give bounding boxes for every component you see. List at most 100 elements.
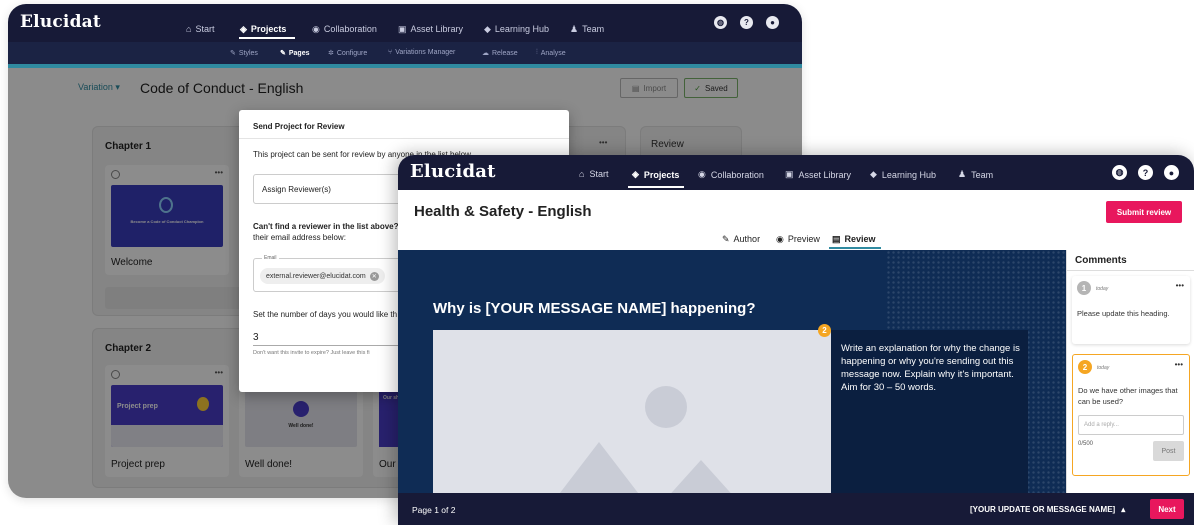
front-top-nav: Elucidat ⌂ Start ◈ Projects ◉ Collaboration… <box>398 155 1194 190</box>
subnav-variations[interactable]: ⑂ Variations Manager <box>388 49 455 56</box>
help-icon[interactable]: ? <box>740 16 753 29</box>
days-hint: Don't want this invite to expire? Just l… <box>253 350 370 356</box>
globe-icon[interactable]: ◍ <box>714 16 727 29</box>
comment-time-2: today <box>1097 365 1110 371</box>
review-icon: ▤ <box>832 234 841 244</box>
update-menu[interactable]: [YOUR UPDATE OR MESSAGE NAME] ▴ <box>970 505 1125 514</box>
front-nav-active-underline <box>628 186 684 188</box>
remove-chip-icon[interactable]: ✕ <box>369 271 379 281</box>
subnav-pages[interactable]: ✎ Pages <box>280 49 310 58</box>
team-icon: ♟ <box>958 169 967 179</box>
nav-label: Learning Hub <box>881 169 936 180</box>
subnav-label: Configure <box>336 49 368 57</box>
tab-author[interactable]: ✎ Author <box>722 234 760 245</box>
submit-review-button[interactable]: Submit review <box>1106 201 1182 223</box>
comment-marker[interactable]: 2 <box>818 324 831 337</box>
reply-input[interactable]: Add a reply... <box>1078 415 1184 435</box>
comments-panel: Comments 1 today ••• Please update this … <box>1066 250 1194 493</box>
slide-body: Write an explanation for why the change … <box>841 343 1020 393</box>
back-nav-projects[interactable]: ◈ Projects <box>240 24 286 34</box>
reply-char-count: 0/500 <box>1078 441 1094 447</box>
front-nav-start[interactable]: ⌂ Start <box>579 169 608 179</box>
cant-find-text: Can't find a reviewer in the list above?… <box>253 222 407 231</box>
globe-icon[interactable]: ◍ <box>1112 165 1127 180</box>
subnav-analyse[interactable]: ⫶ Analyse <box>536 49 566 57</box>
nav-label: Start <box>589 169 609 179</box>
front-nav-asset-library[interactable]: ▣ Asset Library <box>785 169 851 180</box>
email-chip-text: external.reviewer@elucidat.com <box>266 272 366 280</box>
nav-label: Learning Hub <box>494 24 549 34</box>
back-top-nav: Elucidat ⌂ Start ◈ Projects ◉ Collaboration… <box>8 4 802 42</box>
email-label: Email <box>262 255 279 261</box>
home-icon: ⌂ <box>186 23 192 34</box>
comment-number-2: 2 <box>1078 360 1092 374</box>
modal-title: Send Project for Review <box>253 122 345 131</box>
more-icon[interactable]: ••• <box>1176 281 1184 290</box>
nav-label: Collaboration <box>323 24 377 34</box>
front-window: Elucidat ⌂ Start ◈ Projects ◉ Collaboration… <box>398 155 1194 525</box>
front-nav-collaboration[interactable]: ◉ Collaboration <box>698 169 764 180</box>
next-button[interactable]: Next <box>1150 499 1184 519</box>
tab-review[interactable]: ▤ Review <box>832 234 876 245</box>
bottom-bar: Page 1 of 2 [YOUR UPDATE OR MESSAGE NAME… <box>398 493 1194 525</box>
slide-heading: Why is [YOUR MESSAGE NAME] happening? <box>433 300 756 317</box>
cant-find-text-2: their email address below: <box>253 233 346 242</box>
email-chip[interactable]: external.reviewer@elucidat.com ✕ <box>260 268 385 284</box>
tab-active-underline <box>829 247 881 249</box>
layers-icon: ◈ <box>240 23 247 34</box>
front-nav-team[interactable]: ♟ Team <box>958 169 993 180</box>
tab-preview[interactable]: ◉ Preview <box>776 234 820 245</box>
text-panel: Write an explanation for why the change … <box>831 330 1028 493</box>
front-project-title: Health & Safety - English <box>414 203 592 220</box>
team-icon: ♟ <box>570 23 579 34</box>
home-icon: ⌂ <box>579 169 585 179</box>
back-nav-learning-hub[interactable]: ◆ Learning Hub <box>484 24 549 34</box>
subnav-label: Pages <box>288 49 310 57</box>
comment-card-1[interactable]: 1 today ••• Please update this heading. <box>1072 276 1190 344</box>
comment-time-1: today <box>1096 286 1109 292</box>
comment-text-1: Please update this heading. <box>1077 309 1170 318</box>
subnav-label: Release <box>492 49 518 57</box>
tab-label: Review <box>844 234 876 244</box>
reply-placeholder: Add a reply... <box>1084 422 1119 428</box>
subnav-label: Analyse <box>540 49 566 57</box>
nav-label: Asset Library <box>798 169 852 180</box>
eye-icon: ◉ <box>776 234 784 244</box>
comment-card-2[interactable]: 2 today ••• Do we have other images that… <box>1072 354 1190 476</box>
pencil-icon: ✎ <box>722 234 730 244</box>
gear-icon: ✲ <box>328 50 334 57</box>
front-nav-learning-hub[interactable]: ◆ Learning Hub <box>870 169 936 180</box>
folder-icon: ▣ <box>785 169 794 179</box>
comments-title: Comments <box>1075 255 1127 266</box>
subnav-styles[interactable]: ✎ Styles <box>230 49 258 58</box>
more-icon[interactable]: ••• <box>1175 360 1183 369</box>
help-icon[interactable]: ? <box>1138 165 1153 180</box>
subnav-label: Variations Manager <box>395 49 456 56</box>
nav-label: Start <box>195 24 215 34</box>
back-sub-nav: ✎ Styles ✎ Pages ✲ Configure ⑂ Variations Ma… <box>8 42 802 64</box>
cloud-icon: ☁ <box>482 50 489 57</box>
back-nav-active-underline <box>239 37 295 39</box>
divider <box>239 138 569 139</box>
assign-reviewers-label: Assign Reviewer(s) <box>262 185 331 194</box>
subnav-configure[interactable]: ✲ Configure <box>328 49 368 58</box>
branch-icon: ⑂ <box>388 49 393 56</box>
back-nav-start[interactable]: ⌂ Start <box>186 24 214 34</box>
subnav-label: Styles <box>238 49 258 57</box>
back-nav-collaboration[interactable]: ◉ Collaboration <box>312 24 377 34</box>
front-nav-projects[interactable]: ◈ Projects <box>632 169 679 180</box>
account-icon[interactable]: ● <box>1164 165 1179 180</box>
back-nav-team[interactable]: ♟ Team <box>570 24 604 34</box>
image-placeholder[interactable] <box>433 330 831 493</box>
comment-text-2: Do we have other images that can be used… <box>1078 386 1178 406</box>
layers-icon: ◈ <box>632 169 639 179</box>
chevron-up-icon: ▴ <box>1121 505 1126 514</box>
back-nav-asset-library[interactable]: ▣ Asset Library <box>398 24 463 34</box>
comment-number-1: 1 <box>1077 281 1091 295</box>
image-placeholder-mountain <box>553 442 645 493</box>
divider <box>1067 270 1194 271</box>
account-icon[interactable]: ● <box>766 16 779 29</box>
post-button[interactable]: Post <box>1153 441 1184 461</box>
subnav-release[interactable]: ☁ Release <box>482 49 518 58</box>
chart-icon: ⫶ <box>536 49 538 56</box>
